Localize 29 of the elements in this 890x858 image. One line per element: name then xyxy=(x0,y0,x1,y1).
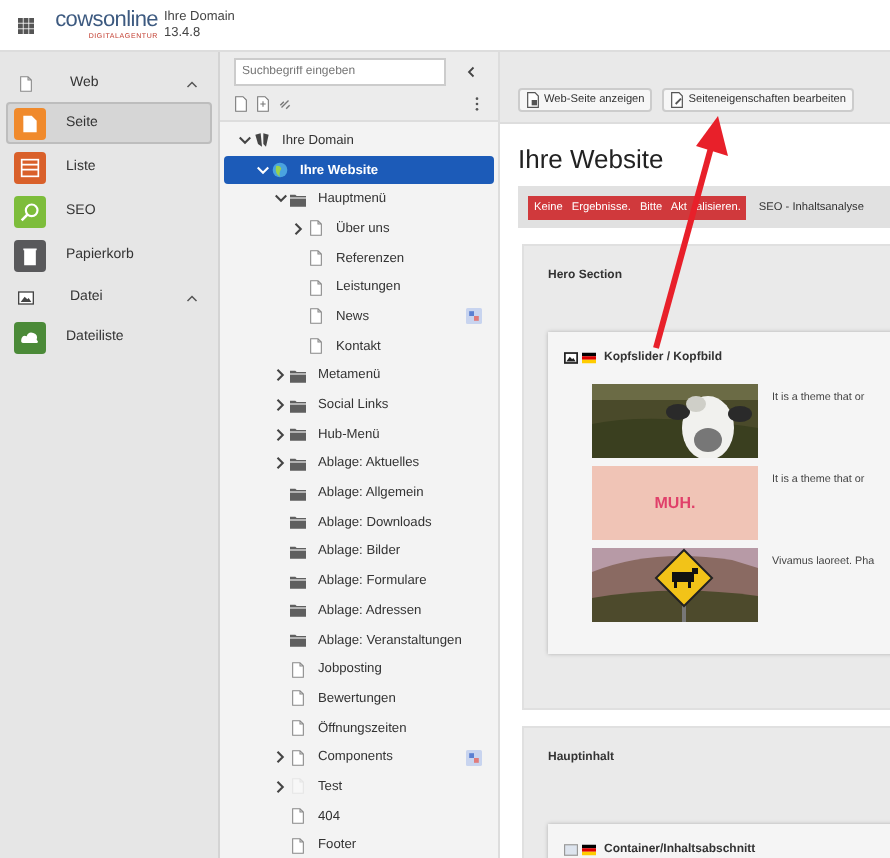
view-page-icon xyxy=(526,92,540,108)
chevron-down-icon[interactable] xyxy=(238,133,252,148)
chevron-up-icon[interactable] xyxy=(186,291,198,303)
edit-page-icon xyxy=(670,92,685,108)
image-icon xyxy=(564,352,578,364)
flag-icon xyxy=(582,844,596,856)
link-icon[interactable] xyxy=(278,96,292,112)
image-icon xyxy=(18,289,34,305)
chevron-right-icon[interactable] xyxy=(274,779,288,794)
page-title: Ihre Website xyxy=(518,144,666,174)
chevron-right-icon[interactable] xyxy=(274,427,288,442)
chevron-right-icon[interactable] xyxy=(274,456,288,471)
chevron-right-icon[interactable] xyxy=(274,398,288,413)
collapse-icon[interactable] xyxy=(466,66,478,78)
app-menu-icon[interactable] xyxy=(18,17,34,33)
new-page-icon[interactable] xyxy=(234,96,248,112)
more-icon[interactable] xyxy=(474,96,480,112)
logo-text: cowsonline xyxy=(55,10,158,32)
container-icon xyxy=(564,844,578,856)
chevron-down-icon[interactable] xyxy=(256,163,270,178)
chevron-up-icon[interactable] xyxy=(186,77,198,89)
banner-text: MUH. xyxy=(654,494,696,512)
chevron-right-icon[interactable] xyxy=(274,750,288,765)
chevron-right-icon[interactable] xyxy=(292,221,306,236)
page-icon xyxy=(18,75,34,91)
chevron-right-icon[interactable] xyxy=(274,368,288,383)
chevron-down-icon[interactable] xyxy=(274,192,288,207)
flag-icon xyxy=(582,352,596,364)
import-page-icon[interactable] xyxy=(256,96,270,112)
